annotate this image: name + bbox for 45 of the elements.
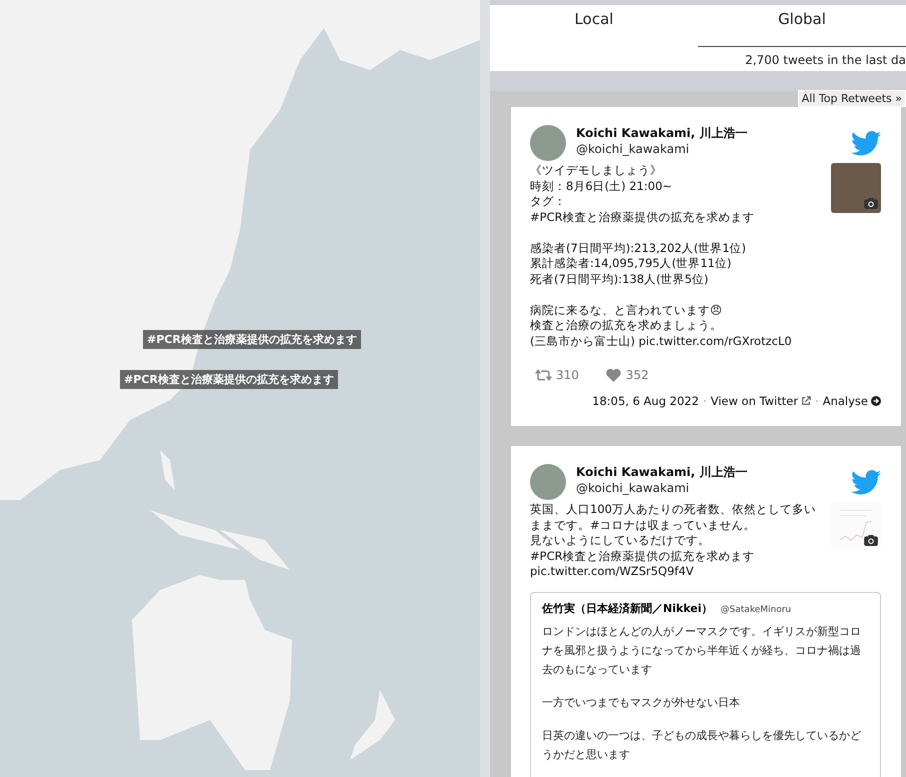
tweet-text-line: 病院に来るな、と言われています😠 <box>530 302 722 318</box>
external-link-icon <box>801 396 812 406</box>
tweet-text-line: 感染者(7日間平均):213,202人(世界1位) <box>530 240 746 256</box>
tweet-text-line: 累計感染者:14,095,795人(世界11位) <box>530 256 732 272</box>
map-hashtag-label[interactable]: #PCR検査と治療薬提供の拡充を求めます <box>143 330 361 349</box>
avatar <box>530 125 566 161</box>
view-on-twitter-link[interactable]: View on Twitter <box>710 394 812 408</box>
camera-icon <box>864 198 878 209</box>
author-handle: @koichi_kawakami <box>576 481 690 495</box>
tweet-text-line: 英国、人口100万人あたりの死者数、依然として多いままです。#コロナは収まっていません。 <box>530 502 817 533</box>
tweet-text-line: pic.twitter.com/WZSr5Q9f4V <box>530 564 694 580</box>
arrow-circle-icon <box>871 396 881 406</box>
tweet-time: 18:05, 6 Aug 2022 <box>592 394 699 408</box>
tweet-text-line: 死者(7日間平均):138人(世界5位) <box>530 272 708 287</box>
tweet-text-line: 見ないようにしているだけです。 <box>530 533 710 548</box>
chart-thumbnail[interactable] <box>831 502 881 550</box>
all-top-retweets-button[interactable]: All Top Retweets » <box>798 90 906 107</box>
like-count: 352 <box>626 368 649 382</box>
retweet-count: 310 <box>556 368 579 382</box>
author-handle: @koichi_kawakami <box>576 142 690 156</box>
camera-icon <box>864 535 878 546</box>
tweet-text-line: タグ： <box>530 194 566 210</box>
heart-icon <box>604 368 622 382</box>
author-name: Koichi Kawakami, 川上浩一 <box>576 464 748 481</box>
quoted-tweet-text: 日英の違いの一つは、子どもの成長や暮らしを優先しているかどうかだと思います <box>542 728 862 762</box>
avatar <box>530 464 566 500</box>
tweet-text-line: #PCR検査と治療薬提供の拡充を求めます <box>530 210 755 225</box>
author-name: Koichi Kawakami, 川上浩一 <box>576 125 748 142</box>
bird-icon <box>851 470 881 495</box>
separator-dot: · <box>815 394 819 408</box>
map-hashtag-label[interactable]: #PCR検査と治療薬提供の拡充を求めます <box>120 370 338 389</box>
bird-icon <box>851 131 881 156</box>
quoted-author-name: 佐竹実（日本経済新聞／Nikkei） <box>542 600 713 616</box>
quoted-author-handle: @SatakeMinoru <box>720 604 792 614</box>
separator-dot: · <box>702 394 707 408</box>
quoted-tweet-text: ロンドンはほとんどの人がノーマスクです。イギリスが新型コロナを風邪と扱うようになってから半年近くが経ち、コロナ禍は過去のもになっています <box>542 624 862 678</box>
tweet-text-line: 検査と治療の拡充を求めましょう。 <box>530 318 722 334</box>
tweet-text-line: 時刻：8月6日(土) 21:00~ <box>530 178 672 194</box>
retweet-icon <box>535 368 552 382</box>
tweet-text-line: #PCR検査と治療薬提供の拡充を求めます <box>530 548 755 564</box>
tweet-text-line: (三島市から富士山) pic.twitter.com/rGXrotzcL0 <box>530 334 792 349</box>
tweet-count-text: 2,700 tweets in the last da <box>744 52 906 67</box>
quoted-tweet-text: 一方でいつまでもマスクが外せない日本 <box>542 694 741 710</box>
tweet-text-line: 《ツイデモしましょう》 <box>530 163 662 178</box>
analyse-link[interactable]: Analyse <box>822 394 881 408</box>
